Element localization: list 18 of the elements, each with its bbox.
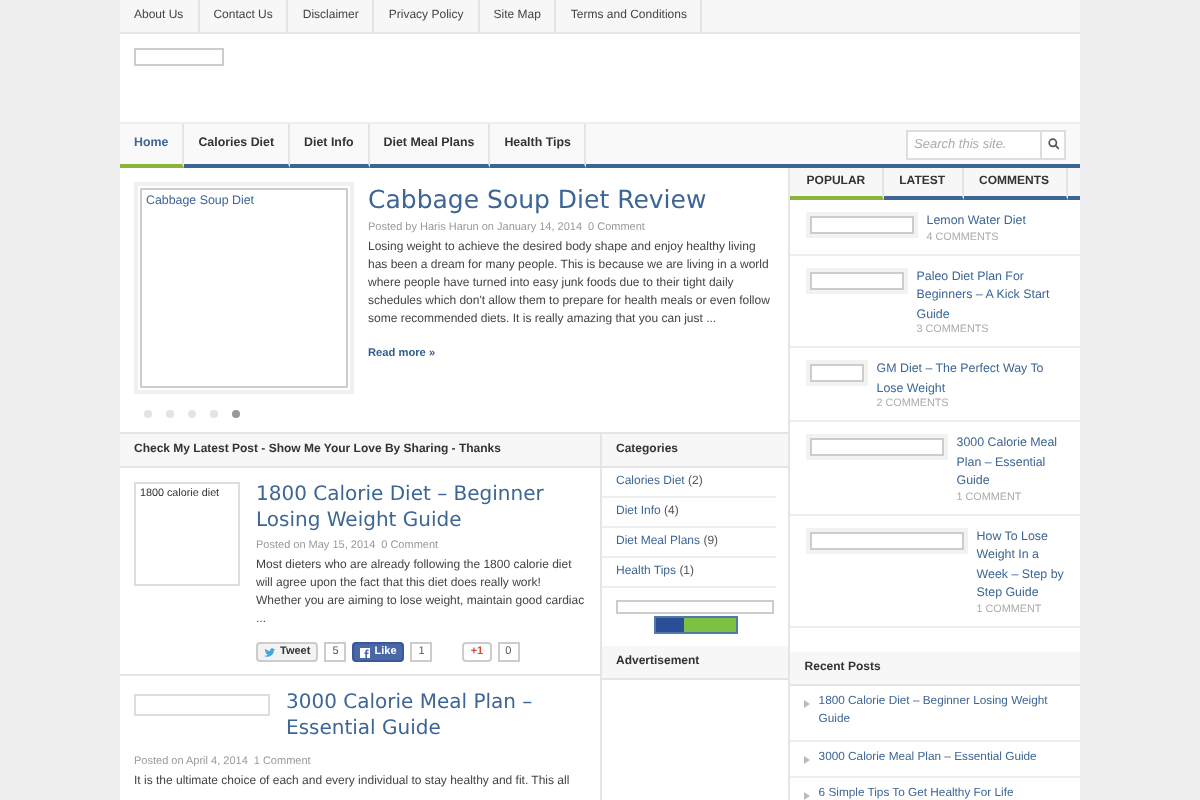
thumbnail-placeholder (810, 364, 865, 382)
post-title[interactable]: Cabbage Soup Diet Review (368, 184, 773, 216)
image-placeholder (134, 694, 270, 716)
logo-placeholder (134, 48, 224, 66)
search-button[interactable] (1042, 129, 1066, 159)
bird-icon (264, 647, 276, 657)
search-icon (1047, 138, 1059, 150)
arrow-icon (804, 755, 811, 763)
slider-dot[interactable] (232, 410, 240, 418)
thumbnail-placeholder (810, 271, 905, 289)
facebook-icon (360, 647, 371, 657)
feed-badge-icon[interactable] (653, 616, 738, 634)
arrow-icon (804, 792, 811, 800)
thumbnail-placeholder (810, 438, 945, 456)
post-title[interactable]: 3000 Calorie Meal Plan – Essential Guide (286, 690, 586, 742)
thumbnail-placeholder (810, 216, 915, 234)
arrow-icon (804, 699, 811, 707)
post-title[interactable]: 1800 Calorie Diet – Beginner Losing Weight Guide (256, 482, 586, 534)
